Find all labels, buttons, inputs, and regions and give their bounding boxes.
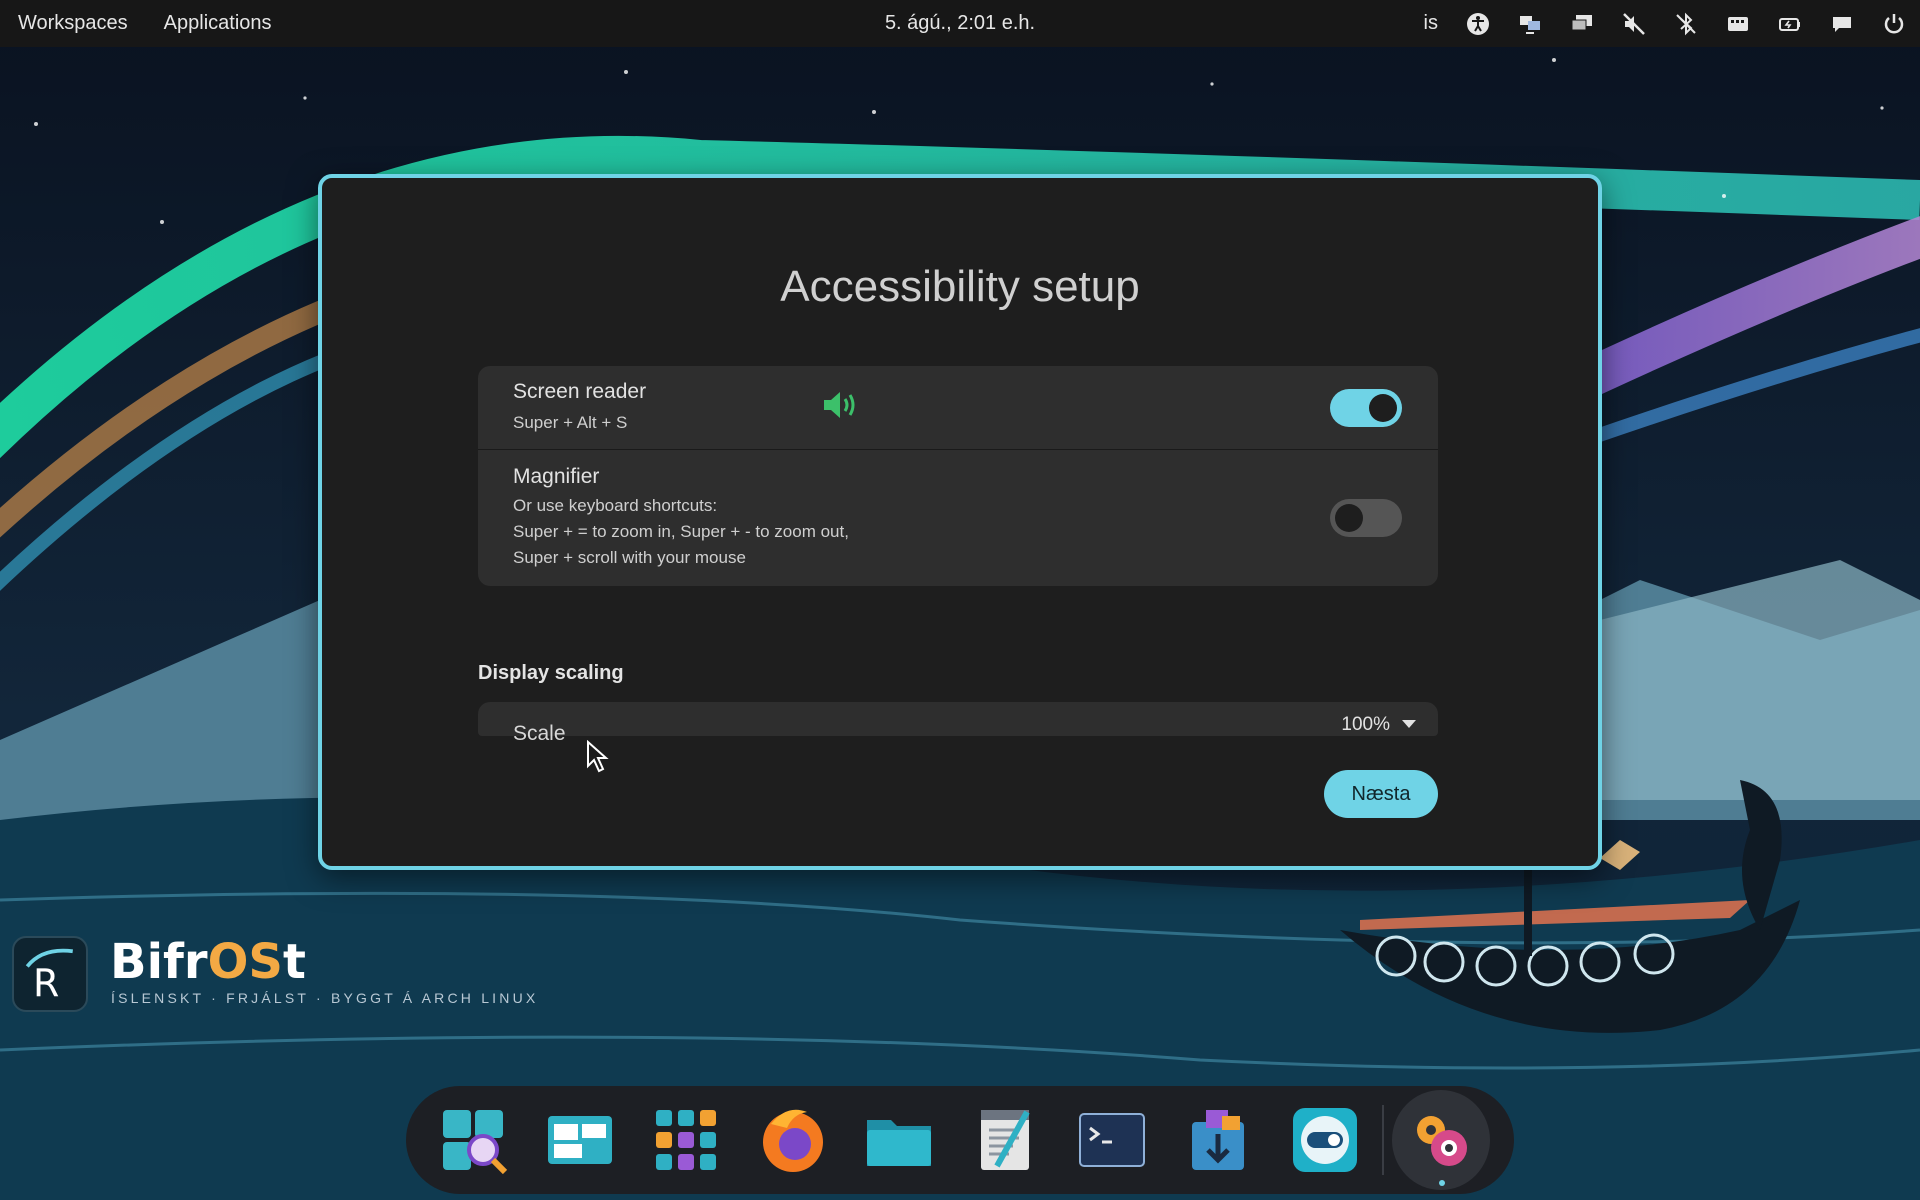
running-indicator (1438, 1180, 1445, 1186)
magnifier-hint-line3: Super + scroll with your mouse (513, 548, 746, 567)
accessibility-setup-dialog: Accessibility setup Screen reader Super … (318, 174, 1602, 870)
text-editor-icon[interactable] (964, 1098, 1046, 1182)
scale-row[interactable]: Scale 100% (478, 702, 1438, 745)
speaker-icon (824, 392, 855, 418)
dialog-title: Accessibility setup (780, 262, 1140, 311)
displays-icon[interactable] (1566, 8, 1598, 40)
screen-reader-row[interactable]: Screen reader Super + Alt + S (478, 366, 1438, 450)
settings-toggle-icon[interactable] (1284, 1098, 1366, 1182)
volume-muted-icon[interactable] (1618, 8, 1650, 40)
bluetooth-off-icon[interactable] (1670, 8, 1702, 40)
magnifier-row[interactable]: Magnifier Or use keyboard shortcuts: Sup… (478, 451, 1438, 586)
system-settings-icon[interactable] (1391, 1090, 1491, 1190)
keyboard-layout-indicator[interactable]: is (1424, 12, 1438, 35)
chevron-down-icon[interactable] (1402, 720, 1416, 728)
search-app-icon[interactable] (432, 1098, 514, 1182)
mouse-cursor-icon (587, 740, 609, 773)
software-installer-icon[interactable] (1177, 1098, 1259, 1182)
notifications-icon[interactable] (1826, 8, 1858, 40)
scale-dropdown-value[interactable]: 100% (1341, 714, 1390, 736)
brand-tagline: ÍSLENSKT · FRJÁLST · BYGGT Á ARCH LINUX (111, 990, 539, 1006)
terminal-icon[interactable] (1071, 1098, 1153, 1182)
display-scaling-heading: Display scaling (478, 662, 624, 684)
magnifier-hint-line1: Or use keyboard shortcuts: (513, 496, 718, 515)
window-switcher-icon[interactable] (538, 1098, 620, 1182)
bifrost-logo: R (12, 936, 88, 1012)
screen-reader-shortcut: Super + Alt + S (513, 413, 628, 432)
dock (406, 1086, 1514, 1194)
screen-reader-title: Screen reader (513, 380, 647, 403)
next-button[interactable]: Næsta (1324, 770, 1438, 818)
magnifier-hint-line2: Super + = to zoom in, Super + - to zoom … (513, 522, 849, 541)
toggle-knob (1369, 394, 1397, 422)
magnifier-title: Magnifier (513, 465, 600, 488)
applications-button[interactable]: Applications (164, 12, 272, 35)
magnifier-toggle[interactable] (1330, 499, 1402, 537)
toggle-knob (1335, 504, 1363, 532)
top-panel: Workspaces Applications 5. ágú., 2:01 e.… (0, 0, 1920, 47)
brand-name: BifrOSt (110, 934, 306, 990)
workspaces-button[interactable]: Workspaces (18, 12, 128, 35)
files-icon[interactable] (858, 1098, 940, 1182)
power-icon[interactable] (1878, 8, 1910, 40)
dock-separator (1381, 1105, 1384, 1175)
accessibility-options-card: Screen reader Super + Alt + S Magnifier … (478, 366, 1438, 586)
battery-icon[interactable] (1774, 8, 1806, 40)
keyboard-icon[interactable] (1722, 8, 1754, 40)
firefox-icon[interactable] (751, 1098, 833, 1182)
accessibility-icon[interactable] (1462, 8, 1494, 40)
app-grid-icon[interactable] (645, 1098, 727, 1182)
screen-reader-toggle[interactable] (1330, 389, 1402, 427)
svg-text:R: R (33, 962, 59, 1006)
network-icon[interactable] (1514, 8, 1546, 40)
scale-label: Scale (513, 722, 566, 745)
